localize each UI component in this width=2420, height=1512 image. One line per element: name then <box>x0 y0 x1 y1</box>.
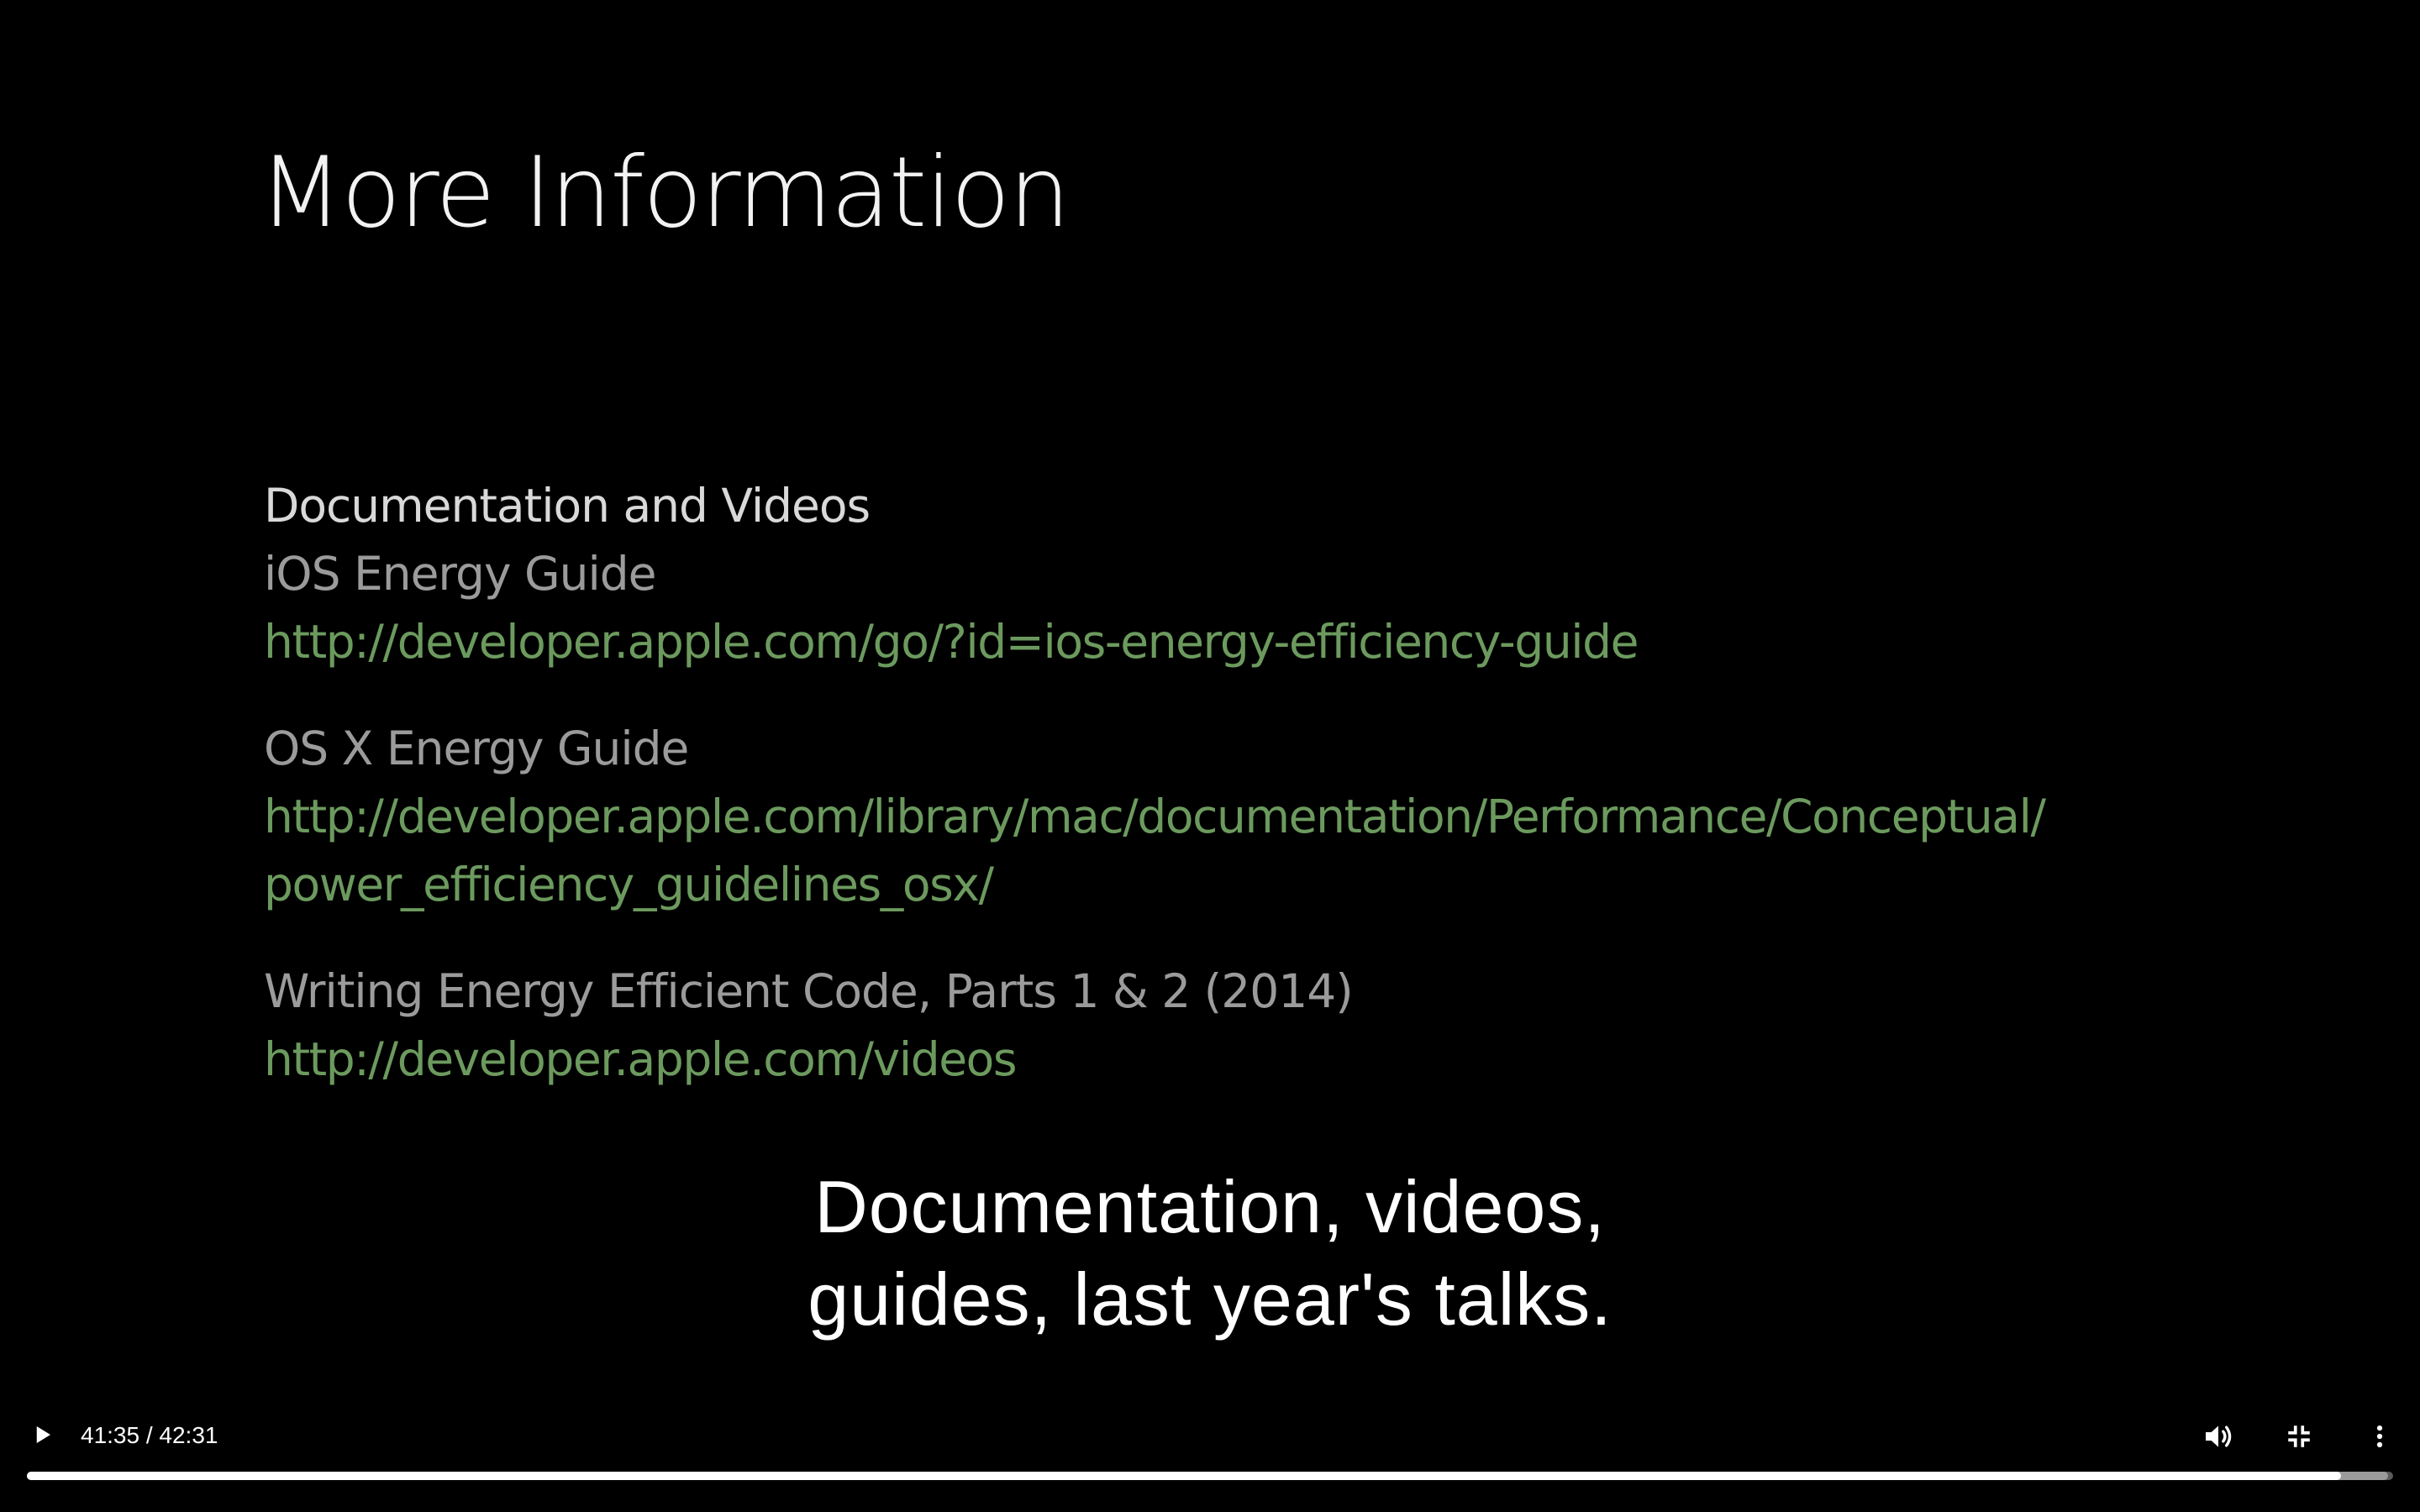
subtitle-captions: Documentation, videos, guides, last year… <box>0 1161 2420 1346</box>
resource-link: http://developer.apple.com/videos <box>264 1032 1018 1086</box>
play-icon <box>36 1426 50 1443</box>
exit-fullscreen-icon <box>2288 1425 2310 1447</box>
resource-entry-energy-efficient-code: Writing Energy Efficient Code, Parts 1 &… <box>264 958 2297 1094</box>
progress-bar[interactable] <box>27 1472 2393 1480</box>
player-controls-bar: 41:35 / 42:31 <box>0 1394 2420 1512</box>
resource-title: iOS Energy Guide <box>264 547 657 601</box>
exit-fullscreen-button[interactable] <box>2275 1413 2323 1460</box>
resource-link: http://developer.apple.com/go/?id=ios-en… <box>264 615 1639 669</box>
caption-line-1: Documentation, videos, <box>814 1165 1606 1248</box>
resource-link-continued: power_efficiency_guidelines_osx/ <box>264 858 994 911</box>
more-vert-icon <box>2376 1425 2383 1448</box>
resource-title: OS X Energy Guide <box>264 722 689 775</box>
resource-entry-ios-energy-guide: iOS Energy Guide http://developer.apple.… <box>264 540 2297 676</box>
time-display: 41:35 / 42:31 <box>81 1422 218 1448</box>
resource-entry-osx-energy-guide: OS X Energy Guide http://developer.apple… <box>264 715 2297 919</box>
slide-title: More Information <box>259 136 1071 249</box>
caption-line-2: guides, last year's talks. <box>808 1257 1612 1341</box>
volume-icon <box>2206 1425 2232 1447</box>
section-heading: Documentation and Videos <box>264 479 871 533</box>
progress-played <box>27 1472 2342 1480</box>
more-options-button[interactable] <box>2356 1413 2403 1460</box>
slide-body: Documentation and Videos iOS Energy Guid… <box>264 472 2297 1094</box>
resource-link: http://developer.apple.com/library/mac/d… <box>264 790 2046 843</box>
resource-title: Writing Energy Efficient Code, Parts 1 &… <box>264 964 1354 1018</box>
play-button[interactable] <box>20 1413 64 1457</box>
volume-button[interactable] <box>2195 1413 2242 1460</box>
video-player[interactable]: More Information Documentation and Video… <box>0 0 2420 1512</box>
